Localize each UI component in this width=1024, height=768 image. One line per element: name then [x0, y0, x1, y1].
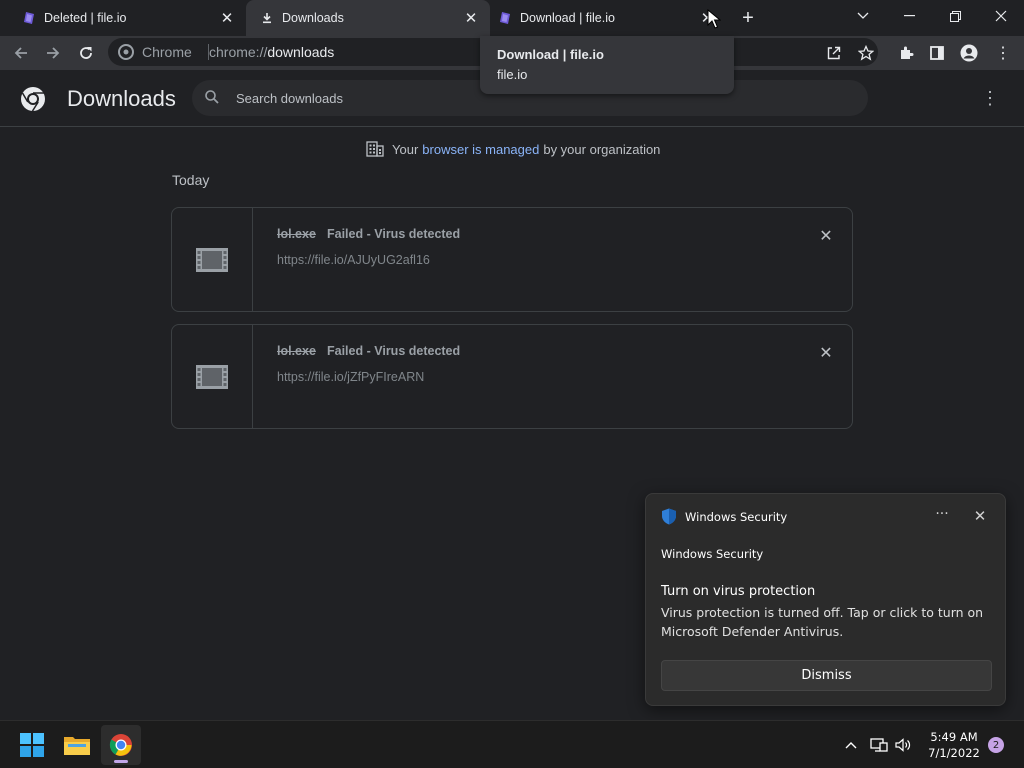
clock-time: 5:49 AM	[930, 730, 978, 744]
file-icon	[196, 365, 228, 389]
managed-notice: Your browser is managed by your organiza…	[366, 140, 660, 158]
download-status: Failed - Virus detected	[327, 344, 461, 358]
chrome-logo-icon	[118, 44, 134, 60]
building-icon	[366, 141, 384, 157]
dismiss-button[interactable]: Dismiss	[661, 660, 992, 691]
tab-download-fileio[interactable]: Download | file.io ✕	[480, 0, 730, 36]
network-icon[interactable]	[869, 735, 889, 755]
close-window-button[interactable]	[978, 0, 1024, 32]
minimize-button[interactable]	[886, 0, 932, 32]
toast-heading: Turn on virus protection	[661, 584, 816, 599]
toast-body: Virus protection is turned off. Tap or c…	[661, 605, 984, 639]
toast-more-button[interactable]: ···	[930, 506, 954, 522]
download-item: lol.exe Failed - Virus detected https://…	[171, 207, 853, 312]
more-actions-icon[interactable]: ⋮	[980, 88, 1000, 108]
notification-count-badge[interactable]: 2	[988, 737, 1004, 753]
download-item: lol.exe Failed - Virus detected https://…	[171, 324, 853, 429]
tab-strip: Deleted | file.io ✕ Downloads ✕ Download…	[0, 0, 1024, 36]
side-panel-icon[interactable]	[924, 40, 950, 66]
fileio-icon	[498, 11, 512, 25]
file-icon	[196, 248, 228, 272]
share-icon[interactable]	[821, 40, 847, 66]
chrome-menu-icon[interactable]: ⋮	[990, 40, 1016, 66]
clock-date: 7/1/2022	[928, 746, 980, 760]
profile-avatar-icon[interactable]	[956, 40, 982, 66]
system-clock[interactable]: 5:49 AM 7/1/2022	[924, 729, 984, 761]
remove-download-icon[interactable]: ✕	[816, 226, 836, 246]
page-title: Downloads	[67, 86, 176, 111]
new-tab-button[interactable]: +	[735, 5, 761, 31]
search-icon	[204, 89, 222, 107]
start-button[interactable]	[12, 725, 52, 765]
tab-deleted-fileio[interactable]: Deleted | file.io ✕	[0, 0, 246, 36]
mouse-cursor-icon	[707, 9, 721, 29]
windows-security-toast[interactable]: Windows Security ··· ✕ Windows Security …	[645, 493, 1006, 706]
taskbar: 5:49 AM 7/1/2022 2	[0, 720, 1024, 768]
toast-subtitle: Windows Security	[661, 547, 764, 561]
chrome-taskbar-icon[interactable]	[101, 725, 141, 765]
reload-button[interactable]	[73, 40, 99, 66]
tab-title: Downloads	[282, 11, 344, 25]
back-button[interactable]	[8, 40, 34, 66]
show-hidden-icons-icon[interactable]	[841, 735, 861, 755]
download-status: Failed - Virus detected	[327, 227, 461, 241]
toast-app-name: Windows Security	[685, 510, 788, 524]
extensions-icon[interactable]	[893, 40, 919, 66]
remove-download-icon[interactable]: ✕	[816, 343, 836, 363]
tab-downloads[interactable]: Downloads ✕	[246, 0, 490, 36]
restore-button[interactable]	[932, 0, 978, 32]
close-tab-icon[interactable]: ✕	[218, 9, 236, 27]
hover-card-domain: file.io	[497, 67, 528, 82]
download-filename: lol.exe	[277, 227, 316, 241]
url-scheme: chrome://	[209, 44, 268, 60]
file-explorer-icon[interactable]	[57, 725, 97, 765]
tab-title: Deleted | file.io	[44, 11, 127, 25]
volume-icon[interactable]	[893, 735, 913, 755]
download-url[interactable]: https://file.io/jZfPyFIreARN	[277, 370, 424, 384]
url-text[interactable]: chrome://downloads	[209, 44, 334, 60]
page-chip: Chrome	[142, 44, 192, 60]
managed-suffix: by your organization	[543, 141, 661, 157]
close-tab-icon[interactable]: ✕	[462, 9, 480, 27]
url-host: downloads	[267, 44, 335, 60]
toast-close-button[interactable]: ✕	[970, 506, 990, 526]
hover-card-title: Download | file.io	[497, 47, 604, 62]
bookmark-star-icon[interactable]	[853, 40, 879, 66]
forward-button[interactable]	[40, 40, 66, 66]
active-app-indicator	[114, 760, 128, 763]
chrome-logo-icon	[20, 86, 46, 112]
shield-icon	[661, 508, 677, 525]
tab-search-icon[interactable]	[840, 0, 886, 32]
tab-title: Download | file.io	[520, 11, 615, 25]
download-filename: lol.exe	[277, 344, 316, 358]
download-url[interactable]: https://file.io/AJUyUG2afl16	[277, 253, 430, 267]
file-icon-column	[172, 208, 253, 311]
download-icon	[260, 11, 274, 25]
managed-prefix: Your	[392, 141, 419, 157]
file-icon-column	[172, 325, 253, 428]
section-date-header: Today	[172, 172, 210, 188]
browser-managed-link[interactable]: browser is managed	[422, 142, 539, 157]
tab-hover-card: Download | file.io file.io	[480, 36, 734, 94]
fileio-icon	[22, 11, 36, 25]
